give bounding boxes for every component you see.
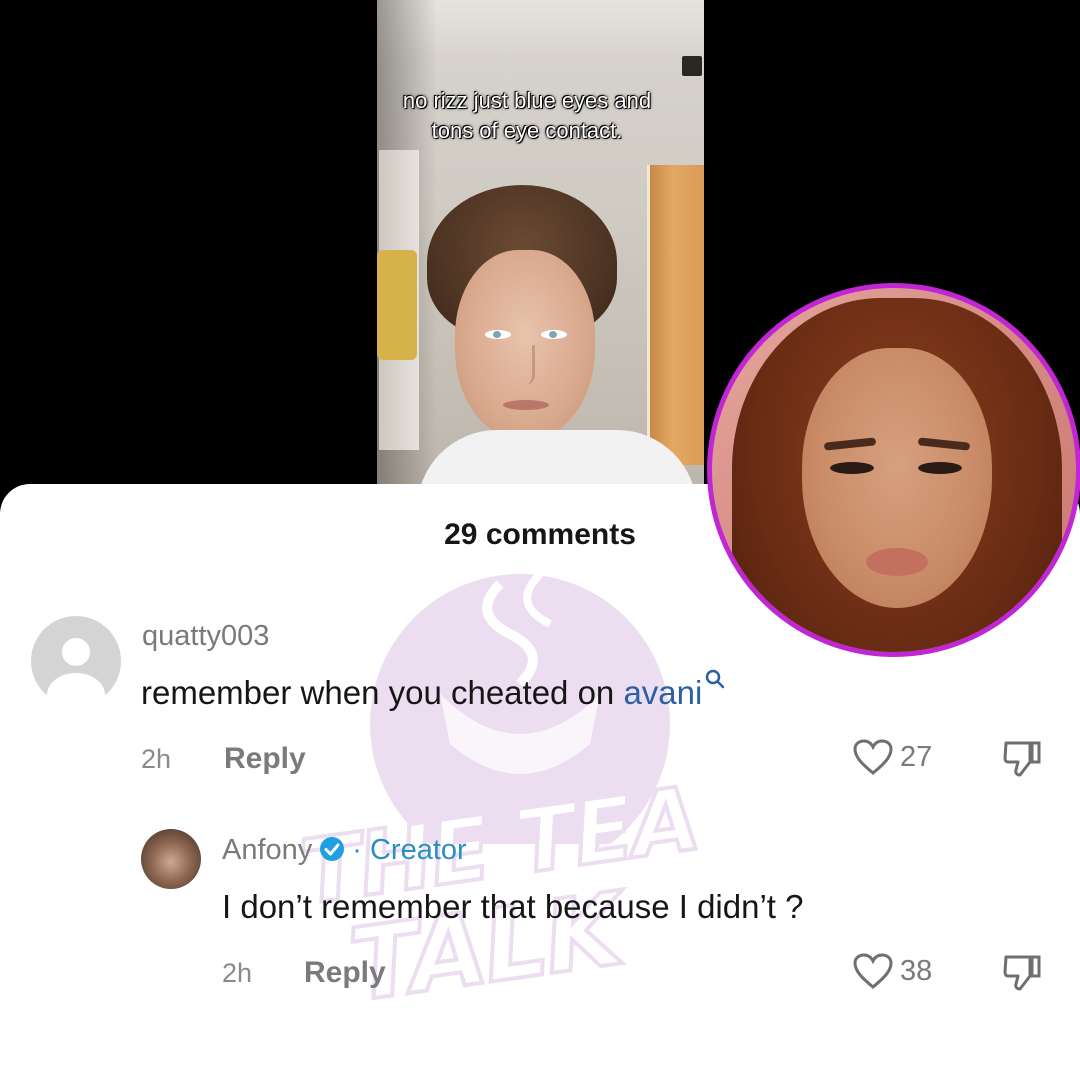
video-person-eye-right bbox=[541, 330, 567, 339]
overlay-portrait-face bbox=[802, 348, 992, 608]
heart-icon bbox=[853, 739, 893, 775]
like-button[interactable]: 27 bbox=[852, 738, 932, 776]
avatar-head-shape bbox=[62, 638, 90, 666]
video-person-nose bbox=[515, 345, 535, 385]
dislike-button[interactable] bbox=[1002, 740, 1042, 783]
video-door bbox=[647, 165, 704, 465]
overlay-portrait-eye-right bbox=[918, 462, 962, 474]
video-person-eye-left bbox=[485, 330, 511, 339]
dislike-icon bbox=[1003, 741, 1041, 777]
dislike-icon bbox=[1003, 955, 1041, 991]
default-avatar-icon[interactable] bbox=[31, 616, 121, 706]
comment-mention-link[interactable]: avani bbox=[623, 674, 702, 711]
comment-text-body: remember when you cheated on bbox=[141, 674, 624, 711]
overlay-portrait-eye-left bbox=[830, 462, 874, 474]
video-caption-line1: no rizz just blue eyes and bbox=[402, 88, 652, 113]
search-icon[interactable] bbox=[704, 668, 726, 690]
verified-icon bbox=[320, 837, 345, 862]
comment-text: I don’t remember that because I didn’t ? bbox=[222, 888, 804, 925]
video-person-face bbox=[455, 250, 595, 440]
creator-avatar[interactable] bbox=[141, 829, 201, 889]
creator-username[interactable]: Anfony bbox=[222, 834, 312, 866]
heart-icon bbox=[853, 953, 893, 989]
comment-timestamp: 2h bbox=[141, 744, 172, 774]
video-background-person bbox=[377, 250, 417, 360]
like-button[interactable]: 38 bbox=[852, 952, 932, 990]
overlay-portrait-brow-left bbox=[823, 437, 877, 451]
comment-timestamp: 2h bbox=[222, 958, 253, 988]
overlay-portrait bbox=[707, 283, 1080, 657]
like-count: 38 bbox=[900, 954, 933, 987]
like-count: 27 bbox=[900, 740, 933, 773]
comment-username[interactable]: quatty003 bbox=[142, 620, 269, 653]
creator-label: Creator bbox=[369, 834, 467, 866]
video-caption: no rizz just blue eyes and tons of eye c… bbox=[377, 86, 677, 146]
reply-button[interactable]: Reply bbox=[224, 742, 306, 776]
dislike-button[interactable] bbox=[1002, 954, 1042, 997]
creator-separator: · bbox=[352, 834, 362, 866]
avatar-body-shape bbox=[47, 673, 105, 706]
comment-username[interactable]: Anfony · Creator bbox=[222, 834, 467, 867]
video-person-mouth bbox=[503, 400, 549, 410]
reply-button[interactable]: Reply bbox=[304, 956, 386, 990]
video-person-shirt bbox=[417, 430, 697, 490]
overlay-portrait-brow-right bbox=[917, 437, 971, 451]
video-frame[interactable] bbox=[377, 0, 704, 490]
video-caption-line2: tons of eye contact. bbox=[431, 118, 623, 143]
comment-text: remember when you cheated on avani bbox=[141, 669, 726, 712]
video-vent bbox=[682, 56, 702, 76]
overlay-portrait-lips bbox=[866, 548, 928, 576]
